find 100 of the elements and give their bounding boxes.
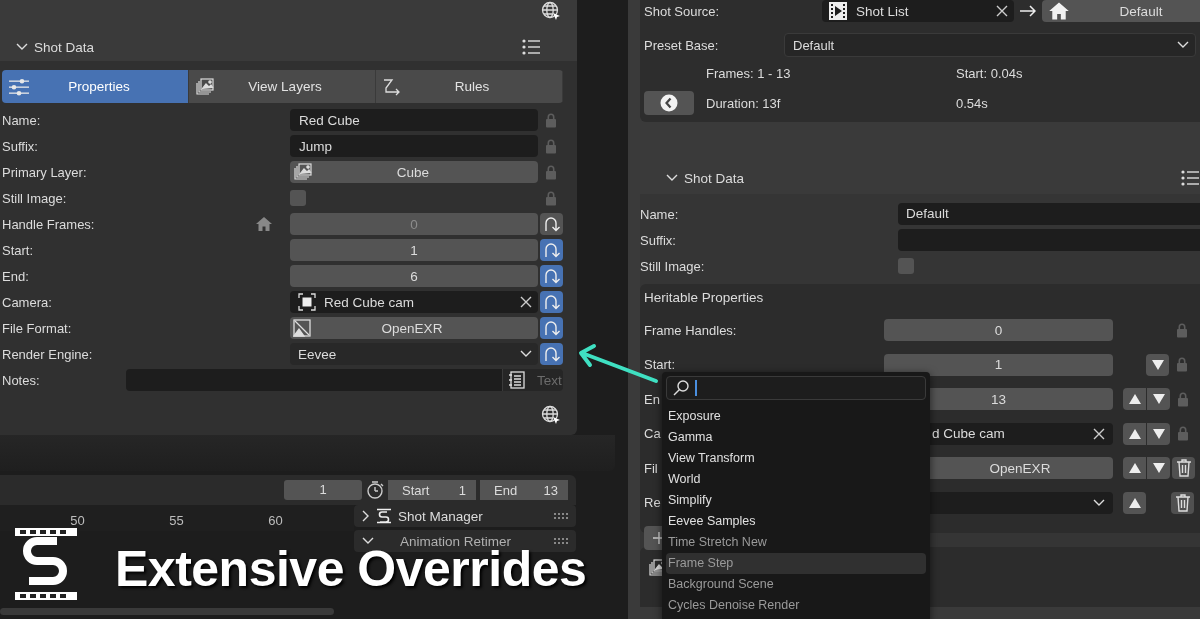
shot-source-field[interactable]: Shot List — [822, 0, 1014, 22]
section-title[interactable]: Shot Data — [34, 39, 95, 55]
close-icon[interactable] — [996, 5, 1008, 17]
film-play-icon — [828, 1, 848, 21]
revert-button[interactable] — [540, 291, 563, 313]
revert-button[interactable] — [540, 239, 563, 261]
field-label: Start: — [644, 357, 676, 373]
trash-icon — [1174, 493, 1191, 512]
chevron-down-icon[interactable] — [1093, 498, 1105, 507]
document-icon — [509, 371, 525, 389]
search-field[interactable] — [666, 376, 926, 400]
layer-button[interactable]: Cube — [290, 161, 538, 183]
info-text: Duration: 13f — [706, 95, 782, 111]
frame-field[interactable]: 1 — [284, 480, 362, 500]
triangle-up-icon — [1128, 394, 1141, 405]
list-icon[interactable] — [521, 38, 541, 56]
tab[interactable]: Properties — [2, 70, 189, 103]
triangle-up-icon — [1128, 497, 1141, 508]
delete-button[interactable] — [1171, 491, 1194, 514]
sidebar-panel-header[interactable]: Shot Manager — [354, 505, 576, 527]
number-field[interactable]: 0 — [884, 319, 1113, 342]
chevron-down-icon[interactable] — [666, 174, 678, 182]
dropdown[interactable]: Default — [784, 33, 1196, 57]
camera-field[interactable]: Red Cube cam — [290, 291, 538, 313]
curved-arrow-icon — [543, 320, 560, 336]
panel-title: Animation Retimer — [399, 533, 513, 549]
ruler-number: 50 — [69, 513, 86, 530]
tab[interactable]: View Layers — [189, 70, 376, 103]
triangle-down-icon — [1151, 359, 1164, 370]
chevron-down-icon[interactable] — [362, 537, 374, 545]
triangle-down-icon — [1152, 394, 1165, 405]
field-label: Start: — [2, 242, 34, 258]
trash-icon — [1175, 459, 1192, 478]
grip-icon[interactable] — [554, 538, 568, 544]
curved-arrow-icon — [543, 242, 560, 258]
grip-icon[interactable] — [554, 513, 568, 519]
start-frame-field[interactable]: Start 1 — [388, 480, 476, 500]
number-field[interactable]: 1 — [884, 353, 1113, 376]
end-frame-field[interactable]: End 13 — [480, 480, 568, 500]
text-field[interactable] — [898, 229, 1200, 251]
text-field[interactable]: Default — [898, 203, 1200, 225]
move-up-button[interactable] — [1123, 388, 1146, 411]
field-label: Primary Layer: — [2, 164, 87, 180]
checkbox[interactable] — [898, 258, 914, 274]
field-label: Re — [644, 495, 661, 511]
chevron-down-icon[interactable] — [520, 350, 532, 358]
notes-field[interactable] — [126, 369, 502, 391]
menu-item[interactable]: Eevee Samples — [666, 511, 926, 532]
curved-arrow-icon — [543, 346, 560, 362]
chevron-down-icon[interactable] — [1177, 41, 1189, 49]
number-field[interactable]: 6 — [290, 265, 538, 287]
globe-cursor-icon[interactable] — [541, 405, 561, 425]
move-up-button[interactable] — [1123, 422, 1146, 445]
globe-cursor-icon[interactable] — [541, 0, 561, 21]
field-label: File Format: — [2, 320, 72, 336]
triangle-up-icon — [1128, 428, 1141, 439]
sliders-icon — [8, 77, 30, 96]
field-label: Frame Handles: — [644, 322, 737, 338]
tab[interactable]: Rules — [376, 70, 563, 103]
image-stack-icon — [195, 77, 215, 96]
format-button[interactable]: OpenEXR — [290, 317, 538, 339]
curved-arrow-icon — [543, 216, 560, 232]
checkbox[interactable] — [290, 190, 306, 206]
text-field[interactable]: Jump — [290, 135, 538, 157]
panel-title: Heritable Properties — [644, 290, 765, 306]
list-icon[interactable] — [1180, 169, 1200, 187]
dropdown[interactable]: Eevee — [290, 343, 538, 365]
move-down-button[interactable] — [1147, 388, 1170, 411]
chevron-right-icon[interactable] — [362, 510, 370, 522]
stopwatch-icon[interactable] — [366, 481, 384, 499]
number-field[interactable]: 1 — [290, 239, 538, 261]
move-down-button[interactable] — [1147, 422, 1170, 445]
revert-button[interactable] — [540, 343, 563, 365]
field-label: En — [644, 391, 660, 407]
close-icon[interactable] — [520, 296, 532, 308]
triangle-up-icon — [1128, 463, 1141, 474]
move-down-button[interactable] — [1146, 353, 1169, 376]
default-button[interactable]: Default — [1042, 0, 1200, 22]
triangle-down-icon — [1152, 463, 1165, 474]
chevron-down-icon[interactable] — [16, 43, 28, 51]
delete-button[interactable] — [1172, 457, 1195, 480]
section-title[interactable]: Shot Data — [684, 170, 745, 186]
back-button[interactable] — [644, 91, 694, 115]
menu-item[interactable]: Simplify — [666, 490, 926, 511]
info-text: Frames: 1 - 13 — [706, 66, 792, 81]
curved-arrow-icon — [543, 268, 560, 284]
text-field[interactable]: Red Cube — [290, 109, 538, 131]
info-text: 0.54s — [956, 95, 989, 111]
scrollbar[interactable] — [0, 608, 334, 615]
close-icon[interactable] — [1093, 427, 1105, 440]
revert-button[interactable] — [540, 317, 563, 339]
move-up-button[interactable] — [1123, 491, 1146, 514]
move-up-button[interactable] — [1123, 457, 1146, 480]
revert-button[interactable] — [540, 265, 563, 287]
bent-arrow-icon — [382, 77, 402, 96]
move-down-button[interactable] — [1147, 457, 1170, 480]
field-label: Ca — [644, 426, 661, 442]
ruler-number: 60 — [267, 513, 284, 530]
field-label: Name: — [2, 112, 41, 128]
field-label: Handle Frames: — [2, 216, 95, 232]
